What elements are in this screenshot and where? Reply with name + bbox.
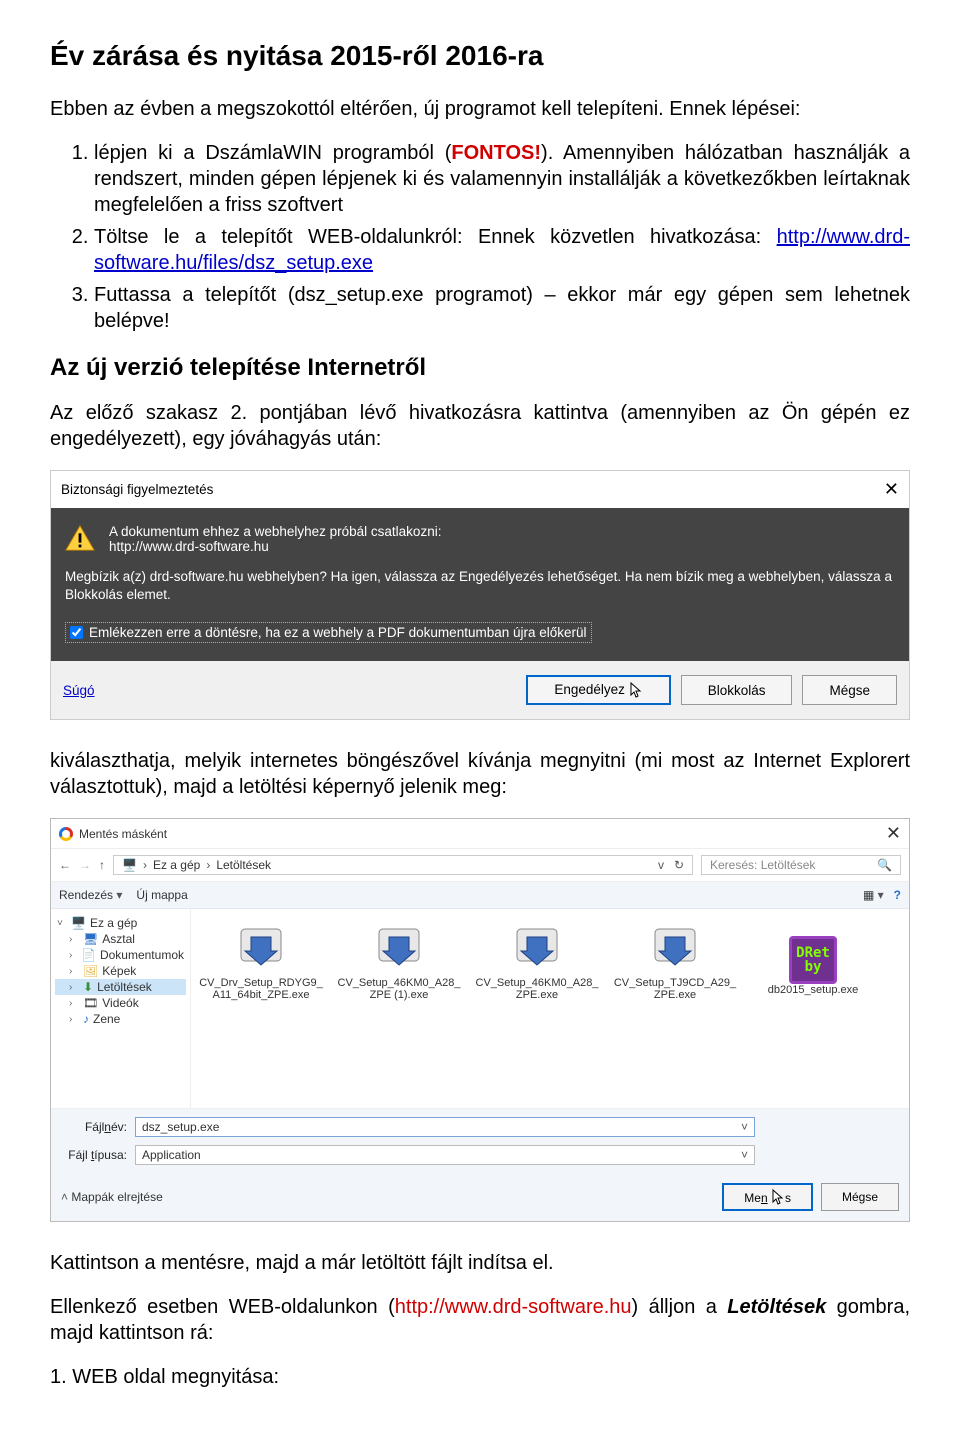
list-item: lépjen ki a DszámlaWIN programból (FONTO… — [94, 140, 910, 218]
dialog-title: Mentés másként — [79, 827, 167, 841]
file-item[interactable]: CV_Setup_46KM0_A28_ZPE.exe — [475, 921, 599, 1001]
sort-button[interactable]: Rendezés ▾ — [59, 888, 122, 902]
help-icon[interactable]: ? — [894, 888, 901, 902]
breadcrumb[interactable]: 🖥️ › Ez a gép › Letöltések v ↻ — [113, 855, 693, 875]
page-title: Év zárása és nyitása 2015-ről 2016-ra — [50, 40, 910, 72]
cancel-button[interactable]: Mégse — [821, 1183, 899, 1211]
installer-icon: DRetby — [751, 921, 875, 984]
dialog-title: Biztonsági figyelmeztetés — [61, 482, 213, 497]
file-item[interactable]: DRetby db2015_setup.exe — [751, 921, 875, 996]
important-text: FONTOS! — [451, 142, 541, 164]
pc-icon: 🖥️ — [71, 916, 86, 930]
warning-text-line1: A dokumentum ehhez a webhelyhez próbál c… — [109, 524, 441, 539]
cursor-icon — [771, 1189, 785, 1205]
filetype-label: Fájl típusa: — [61, 1148, 127, 1162]
view-icon[interactable]: ▦ ▾ — [863, 888, 884, 902]
pictures-icon: 🖼 — [83, 964, 98, 978]
steps-list: lépjen ki a DszámlaWIN programból (FONTO… — [74, 140, 910, 334]
file-list[interactable]: CV_Drv_Setup_RDYG9_A11_64bit_ZPE.exe CV_… — [191, 909, 909, 1108]
up-icon[interactable]: ↑ — [99, 858, 105, 872]
filename-input[interactable]: dsz_setup.exe ˅ — [135, 1117, 755, 1137]
hide-folders-button[interactable]: ˄ Mappák elrejtése — [61, 1190, 163, 1204]
paragraph: Az előző szakasz 2. pontjában lévő hivat… — [50, 400, 910, 452]
list-item: Futtassa a telepítőt (dsz_setup.exe prog… — [94, 282, 910, 334]
videos-icon: 🎞 — [83, 996, 98, 1010]
installer-icon — [199, 921, 323, 977]
section-heading: Az új verzió telepítése Internetről — [50, 354, 910, 382]
remember-checkbox-input[interactable] — [70, 626, 83, 639]
cancel-button[interactable]: Mégse — [802, 675, 897, 705]
chevron-down-icon[interactable]: ˅ — [741, 1148, 748, 1162]
file-item[interactable]: CV_Drv_Setup_RDYG9_A11_64bit_ZPE.exe — [199, 921, 323, 1001]
back-icon[interactable]: ← — [59, 858, 71, 872]
intro-paragraph: Ebben az évben a megszokottól eltérően, … — [50, 96, 910, 122]
help-link[interactable]: Súgó — [63, 683, 95, 698]
pc-icon: 🖥️ — [122, 858, 137, 872]
folder-tree[interactable]: ˅🖥️Ez a gép ›🖥Asztal ›📄Dokumentumok ›🖼Ké… — [51, 909, 191, 1108]
forward-icon[interactable]: → — [79, 858, 91, 872]
search-input[interactable]: Keresés: Letöltések 🔍 — [701, 855, 901, 875]
security-warning-dialog: Biztonsági figyelmeztetés ✕ A dokumentum… — [50, 470, 910, 720]
installer-icon — [337, 921, 461, 977]
installer-icon — [475, 921, 599, 977]
remember-checkbox[interactable]: Emlékezzen erre a döntésre, ha ez a webh… — [65, 622, 592, 643]
close-icon[interactable]: ✕ — [884, 479, 899, 500]
allow-button[interactable]: Engedélyez — [526, 675, 670, 705]
search-icon: 🔍 — [877, 858, 892, 872]
installer-icon — [613, 921, 737, 977]
warning-icon — [65, 524, 95, 552]
downloads-icon: ⬇ — [83, 980, 93, 994]
warning-text-line2: Megbízik a(z) drd-software.hu webhelyben… — [65, 568, 895, 604]
filename-label: Fájlnév: — [61, 1120, 127, 1134]
url-text: http://www.drd-software.hu — [395, 1296, 632, 1318]
save-as-dialog: Mentés másként ✕ ← → ↑ 🖥️ › Ez a gép › L… — [50, 818, 910, 1222]
list-item: Töltse le a telepítőt WEB-oldalunkról: E… — [94, 224, 910, 276]
desktop-icon: 🖥 — [83, 932, 98, 946]
folder-icon: 📄 — [81, 948, 96, 962]
paragraph: Kattintson a mentésre, majd a már letölt… — [50, 1250, 910, 1276]
warning-url: http://www.drd-software.hu — [109, 539, 441, 554]
close-icon[interactable]: ✕ — [886, 823, 901, 844]
chrome-icon — [59, 827, 73, 841]
new-folder-button[interactable]: Új mappa — [136, 888, 187, 902]
chevron-down-icon[interactable]: ˅ — [741, 1120, 748, 1134]
cursor-icon — [629, 682, 643, 698]
paragraph: 1. WEB oldal megnyitása: — [50, 1364, 910, 1390]
file-item[interactable]: CV_Setup_TJ9CD_A29_ZPE.exe — [613, 921, 737, 1001]
filetype-select[interactable]: Application ˅ — [135, 1145, 755, 1165]
paragraph: kiválaszthatja, melyik internetes böngés… — [50, 748, 910, 800]
file-item[interactable]: CV_Setup_46KM0_A28_ZPE (1).exe — [337, 921, 461, 1001]
music-icon: ♪ — [83, 1012, 89, 1026]
paragraph: Ellenkező esetben WEB-oldalunkon (http:/… — [50, 1294, 910, 1346]
save-button[interactable]: Men s — [722, 1183, 813, 1211]
block-button[interactable]: Blokkolás — [681, 675, 793, 705]
